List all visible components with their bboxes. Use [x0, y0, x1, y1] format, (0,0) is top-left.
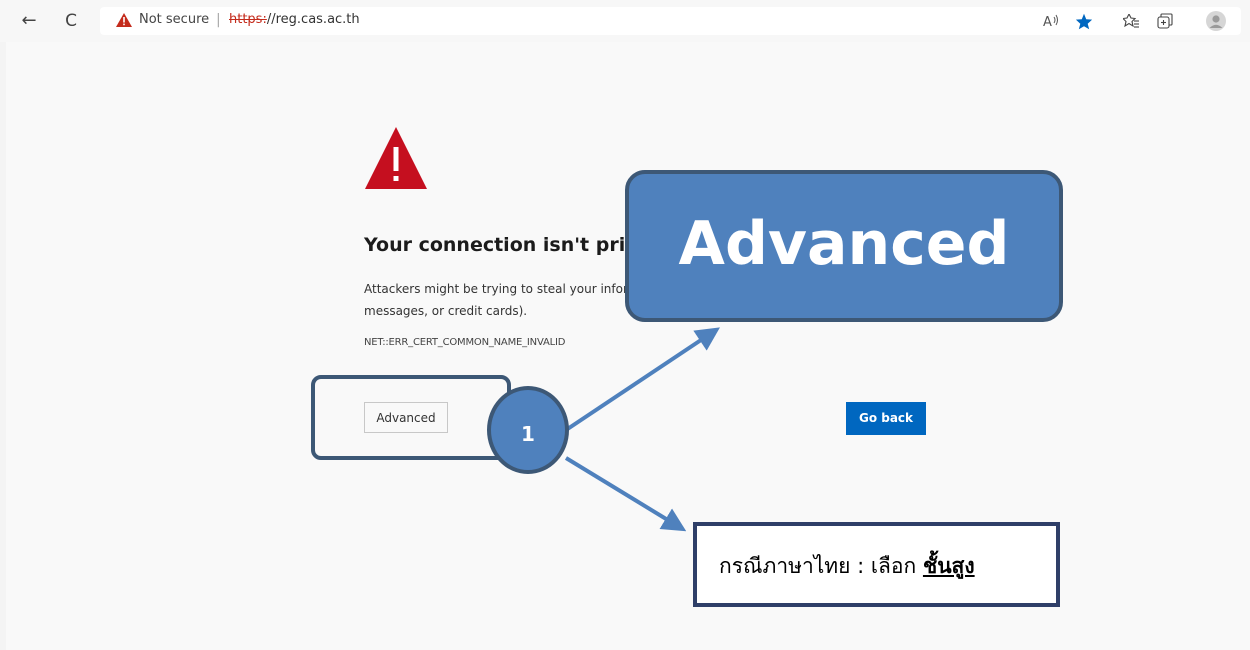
thai-instruction-box: กรณีภาษาไทย : เลือก ชั้นสูง: [693, 522, 1060, 607]
annotation-arrows: [564, 327, 720, 532]
thai-instruction-emphasis: ชั้นสูง: [922, 554, 975, 578]
advanced-callout: Advanced: [625, 170, 1063, 322]
thai-instruction-text: กรณีภาษาไทย : เลือก ชั้นสูง: [719, 550, 975, 583]
step-number-badge: 1: [487, 386, 569, 474]
arrow-to-callout: [564, 327, 720, 432]
arrow-to-thai-note: [564, 456, 687, 532]
thai-instruction-prefix: กรณีภาษาไทย : เลือก: [719, 554, 923, 578]
